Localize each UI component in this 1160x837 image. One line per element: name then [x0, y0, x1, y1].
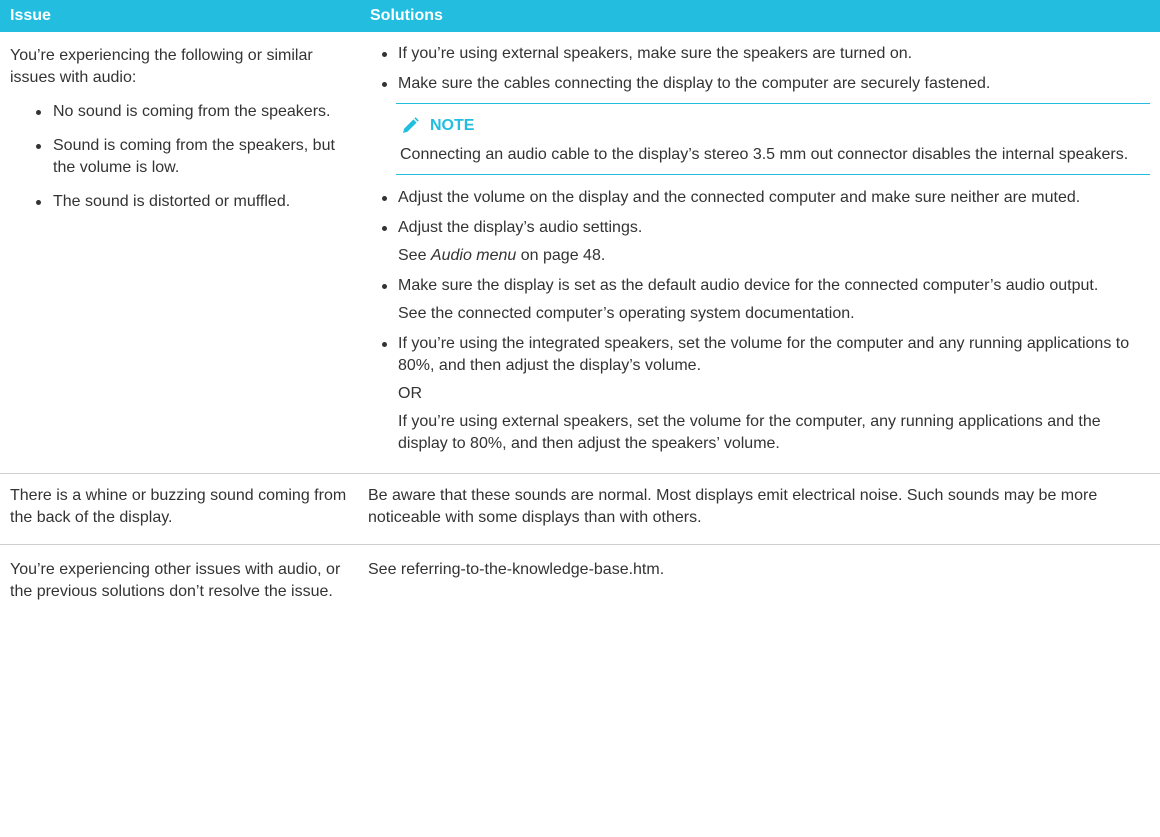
solution-text: Adjust the volume on the display and the…: [398, 189, 1081, 206]
solution-list: If you’re using external speakers, make …: [368, 43, 1150, 95]
audio-menu-link[interactable]: Audio menu: [431, 247, 516, 264]
list-item: Adjust the display’s audio settings. See…: [368, 217, 1150, 267]
table-header-row: Issue Solutions: [0, 0, 1160, 32]
solution-cell: If you’re using external speakers, make …: [363, 32, 1160, 474]
issue-intro: You’re experiencing the following or sim…: [10, 47, 313, 86]
solution-text: Make sure the cables connecting the disp…: [398, 75, 991, 92]
list-item: If you’re using the integrated speakers,…: [368, 333, 1150, 455]
issue-column-header: Issue: [0, 0, 363, 32]
table-row-audio-issues: You’re experiencing the following or sim…: [0, 32, 1160, 474]
knowledge-base-link[interactable]: See referring-to-the-knowledge-base.htm.: [368, 561, 664, 578]
solution-text: If you’re using the integrated speakers,…: [398, 335, 1130, 374]
table-row-buzzing-sound: There is a whine or buzzing sound coming…: [0, 473, 1160, 545]
solutions-column-header: Solutions: [363, 0, 1160, 32]
issue-cell: There is a whine or buzzing sound coming…: [0, 473, 363, 545]
list-item: Make sure the display is set as the defa…: [368, 275, 1150, 325]
see-reference: See the connected computer’s operating s…: [398, 305, 855, 322]
solution-text: Make sure the display is set as the defa…: [398, 277, 1099, 294]
issue-cell: You’re experiencing the following or sim…: [0, 32, 363, 474]
solution-text: If you’re using external speakers, make …: [398, 45, 913, 62]
solution-cell: See referring-to-the-knowledge-base.htm.: [363, 545, 1160, 608]
note-heading: NOTE: [400, 114, 1150, 138]
solution-text: Adjust the display’s audio settings.: [398, 219, 643, 236]
pencil-icon: [403, 117, 419, 133]
list-item: Sound is coming from the speakers, but t…: [10, 135, 347, 179]
list-item: If you’re using external speakers, make …: [368, 43, 1150, 65]
see-suffix: on page 48.: [516, 247, 606, 264]
solution-cell: Be aware that these sounds are normal. M…: [363, 473, 1160, 545]
list-item: The sound is distorted or muffled.: [10, 191, 347, 213]
list-item: Make sure the cables connecting the disp…: [368, 73, 1150, 95]
list-item: Adjust the volume on the display and the…: [368, 187, 1150, 209]
note-text: Connecting an audio cable to the display…: [400, 146, 1129, 163]
see-reference: See Audio menu on page 48.: [398, 245, 1150, 267]
issue-symptom-list: No sound is coming from the speakers. So…: [10, 101, 347, 213]
issue-cell: You’re experiencing other issues with au…: [10, 561, 341, 600]
see-prefix: See: [398, 247, 431, 264]
solution-list-continued: Adjust the volume on the display and the…: [368, 187, 1150, 455]
note-box: NOTE Connecting an audio cable to the di…: [396, 103, 1150, 175]
or-separator: OR: [398, 385, 422, 402]
troubleshooting-table: Issue Solutions You’re experiencing the …: [0, 0, 1160, 607]
table-row-other-issues: You’re experiencing other issues with au…: [0, 545, 1160, 608]
solution-alternative: If you’re using external speakers, set t…: [398, 413, 1101, 452]
list-item: No sound is coming from the speakers.: [10, 101, 347, 123]
note-label: NOTE: [430, 117, 475, 134]
